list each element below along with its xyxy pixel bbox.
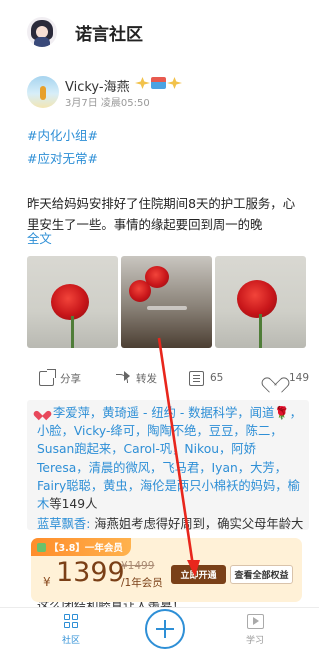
likers-names[interactable]: 李爱萍，黄琦遥 - 纽约 - 数据科学，闻道🌹，小脸，Vicky-绛可，陶陶不绝… — [37, 406, 302, 511]
tab-community-label: 社区 — [62, 636, 81, 646]
comment-button[interactable]: 65 — [189, 366, 223, 390]
tab-learn-label: 学习 — [246, 636, 265, 646]
post-content: 昨天给妈妈安排好了住院期间8天的护工服务，心里安生了一些。事情的缘起要回到周一的… — [27, 196, 296, 232]
view-benefits-button[interactable]: 查看全部权益 — [230, 565, 293, 584]
comment-count: 65 — [210, 372, 224, 384]
sparkle-icon — [135, 77, 150, 89]
membership-banner[interactable]: 【3.8】一年会员 ¥ 1399 ¥1499 /1年会员 立即开通 查看全部权益 — [31, 538, 302, 602]
post-image[interactable] — [121, 256, 212, 348]
author-badges — [135, 77, 182, 89]
currency-symbol: ¥ — [43, 575, 51, 589]
price-period: /1年会员 — [121, 577, 163, 589]
heart-icon — [267, 371, 283, 385]
tag-link[interactable]: #内化小组# — [27, 124, 98, 147]
post-tags: #内化小组# #应对无常# — [27, 124, 98, 170]
forward-icon — [115, 370, 130, 386]
comment-icon — [189, 370, 204, 386]
member-badge-icon — [151, 77, 166, 89]
tab-learn[interactable]: 学习 — [246, 614, 264, 646]
post-images — [27, 256, 306, 348]
forward-label: 转发 — [136, 372, 157, 385]
gift-icon — [37, 542, 46, 552]
post-actions: 分享 转发 65 149 — [27, 366, 309, 390]
like-button[interactable]: 149 — [267, 366, 309, 390]
heart-icon — [37, 407, 48, 417]
like-count: 149 — [289, 372, 310, 384]
forward-button[interactable]: 转发 — [115, 366, 157, 390]
promo-tag-label: 【3.8】一年会员 — [49, 543, 123, 554]
promo-tag: 【3.8】一年会员 — [31, 538, 131, 556]
app-logo — [27, 17, 57, 47]
create-post-button[interactable] — [145, 609, 185, 649]
activate-now-button[interactable]: 立即开通 — [171, 565, 226, 584]
share-label: 分享 — [60, 372, 81, 385]
share-icon — [39, 368, 56, 386]
read-more-link[interactable]: 全文 — [27, 229, 52, 247]
post-image[interactable] — [215, 256, 306, 348]
app-header: 诺言社区 — [0, 0, 319, 64]
likes-panel: 李爱萍，黄琦遥 - 纽约 - 数据科学，闻道🌹，小脸，Vicky-绛可，陶陶不绝… — [27, 400, 309, 530]
author-name[interactable]: Vicky-海燕 — [65, 76, 130, 95]
price: 1399 — [56, 557, 125, 588]
post-image[interactable] — [27, 256, 118, 348]
post-author[interactable]: Vicky-海燕 3月7日 凌晨05:50 — [27, 74, 307, 110]
app-title: 诺言社区 — [75, 24, 143, 45]
original-price: ¥1499 — [121, 560, 155, 572]
author-avatar[interactable] — [27, 76, 59, 108]
tab-community[interactable]: 社区 — [62, 614, 80, 646]
sparkle-icon — [167, 77, 182, 89]
comment-author[interactable]: 蓝草飘香: — [37, 517, 90, 531]
share-button[interactable]: 分享 — [39, 366, 81, 390]
post-time: 3月7日 凌晨05:50 — [65, 98, 150, 109]
tag-link[interactable]: #应对无常# — [27, 147, 98, 170]
likers-list: 李爱萍，黄琦遥 - 纽约 - 数据科学，闻道🌹，小脸，Vicky-绛可，陶陶不绝… — [37, 404, 305, 513]
play-icon — [246, 614, 264, 629]
grid-icon — [63, 614, 79, 629]
likers-count: 等149人 — [49, 497, 98, 512]
